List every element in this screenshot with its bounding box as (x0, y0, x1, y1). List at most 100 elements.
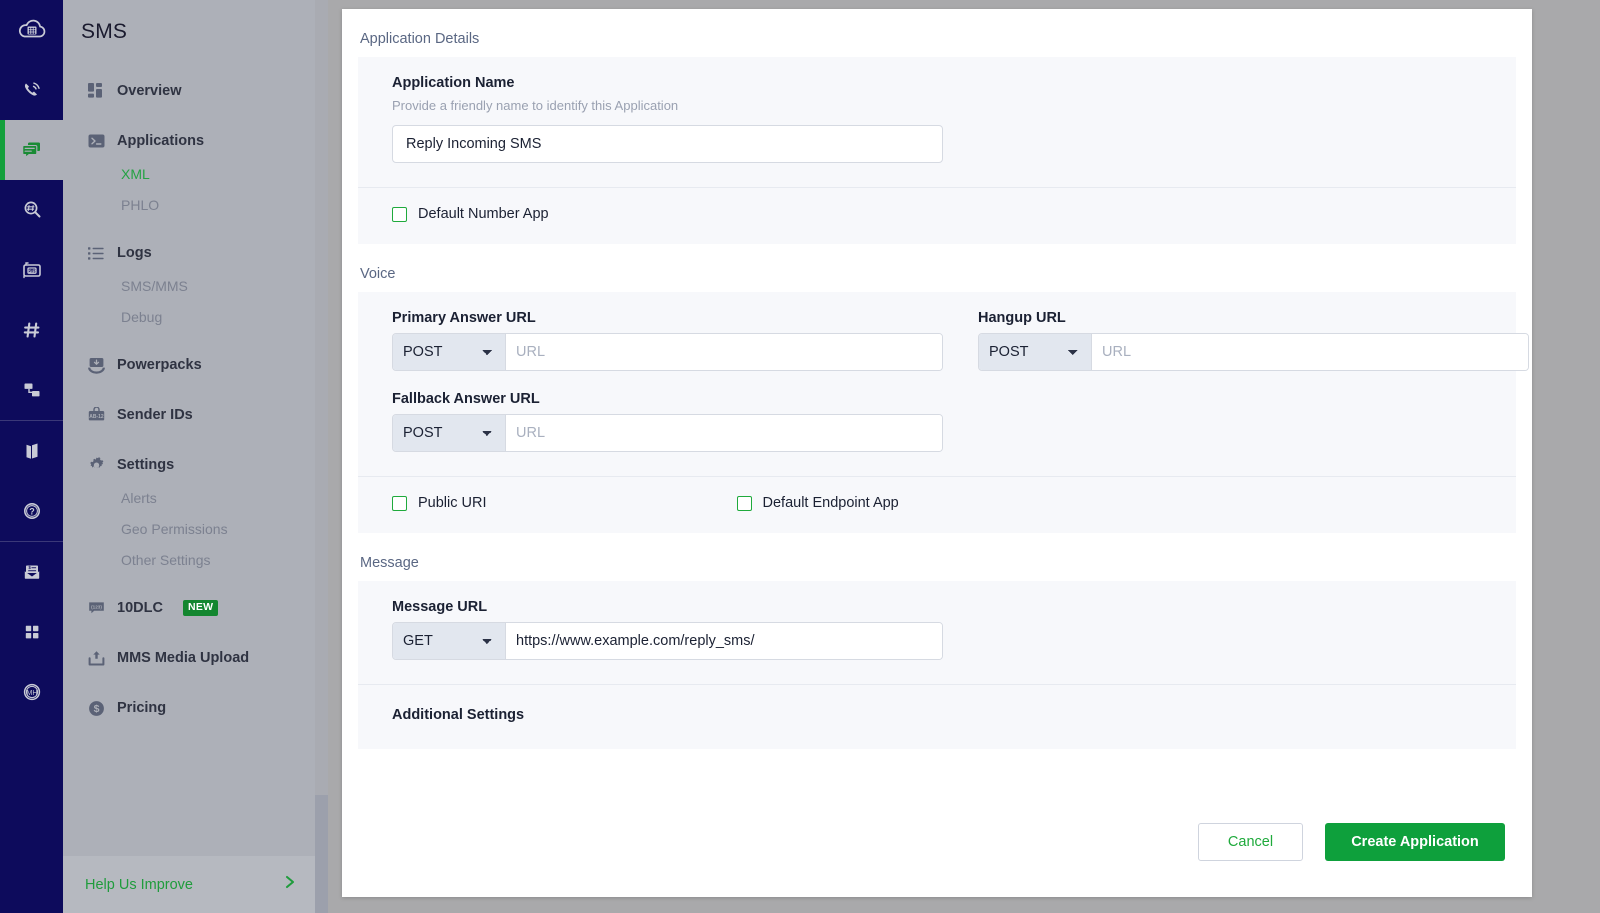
fallback-answer-url-field: Fallback Answer URL POST (392, 391, 943, 452)
sidebar-subitem-label: Debug (121, 309, 162, 325)
sidebar-item-label: Settings (117, 457, 174, 473)
tendlc-icon: (123) (87, 599, 105, 617)
application-name-label: Application Name (392, 75, 1482, 91)
primary-icon-rail: SIP (0, 0, 63, 913)
apps-grid-icon[interactable] (0, 602, 63, 662)
cancel-button[interactable]: Cancel (1198, 823, 1303, 861)
fallback-answer-url-method-select[interactable]: POST (393, 415, 506, 451)
hangup-url-group: POST (978, 333, 1529, 371)
sidebar-item-label: Applications (117, 133, 204, 149)
sidebar-subitem-alerts[interactable]: Alerts (63, 482, 315, 513)
svg-text:(123): (123) (91, 604, 102, 609)
sidebar-item-logs[interactable]: Logs (63, 236, 315, 270)
powerpack-icon (87, 356, 105, 374)
create-application-modal: Application Details Application Name Pro… (342, 9, 1532, 897)
sidebar-item-settings[interactable]: Settings (63, 448, 315, 482)
create-application-button[interactable]: Create Application (1325, 823, 1505, 861)
phone-voice-icon[interactable] (0, 60, 63, 120)
default-number-app-checkbox-group[interactable]: Default Number App (392, 206, 549, 222)
sidebar-subitem-label: Geo Permissions (121, 521, 228, 537)
sidebar-subitem-sms-mms[interactable]: SMS/MMS (63, 270, 315, 301)
hangup-url-label: Hangup URL (978, 310, 1529, 326)
default-number-app-checkbox[interactable] (392, 207, 407, 222)
sidebar-item-label: Overview (117, 83, 182, 99)
hangup-url-method-select[interactable]: POST (979, 334, 1092, 370)
sidebar-item-sender-ids[interactable]: AB-12 Sender IDs (63, 398, 315, 432)
modal-body: Application Details Application Name Pro… (342, 9, 1532, 787)
sidebar-item-pricing[interactable]: $ Pricing (63, 691, 315, 725)
primary-answer-url-input[interactable] (506, 334, 942, 370)
message-url-group: GET (392, 622, 943, 660)
sidebar-item-mms-media-upload[interactable]: MMS Media Upload (63, 641, 315, 675)
message-url-method-select[interactable]: GET (393, 623, 506, 659)
sidebar-nav: Overview Applications XML PHLO (63, 74, 315, 725)
page-scrollbar[interactable] (315, 0, 328, 913)
help-us-improve-button[interactable]: Help Us Improve (63, 856, 315, 913)
voice-checkbox-row: Public URI Default Endpoint App (358, 477, 1516, 533)
sidebar-subitem-geo-permissions[interactable]: Geo Permissions (63, 513, 315, 544)
default-number-app-row: Default Number App (358, 188, 1516, 244)
default-endpoint-app-label: Default Endpoint App (763, 495, 899, 511)
sidebar-title: SMS (63, 0, 315, 44)
svg-text:AB-12: AB-12 (89, 414, 104, 420)
number-lookup-icon[interactable] (0, 180, 63, 240)
hash-number-icon[interactable] (0, 300, 63, 360)
list-icon (87, 244, 105, 262)
sidebar-subitem-label: XML (121, 166, 150, 182)
primary-answer-url-method-select[interactable]: POST (393, 334, 506, 370)
gear-icon (87, 456, 105, 474)
voice-columns: Primary Answer URL POST Fallback Answer … (392, 310, 1482, 452)
fallback-answer-url-input[interactable] (506, 415, 942, 451)
hangup-url-input[interactable] (1092, 334, 1528, 370)
panel-message: Message URL GET (358, 581, 1516, 684)
primary-answer-url-group: POST (392, 333, 943, 371)
sidebar-item-applications[interactable]: Applications (63, 124, 315, 158)
public-uri-checkbox[interactable] (392, 496, 407, 511)
voice-right-column: Hangup URL POST (978, 310, 1529, 452)
public-uri-label: Public URI (418, 495, 487, 511)
fallback-answer-url-group: POST (392, 414, 943, 452)
application-name-help: Provide a friendly name to identify this… (392, 98, 1482, 113)
sidebar-item-overview[interactable]: Overview (63, 74, 315, 108)
new-badge: NEW (183, 600, 218, 616)
application-name-input[interactable] (392, 125, 943, 163)
sidebar-subitem-xml[interactable]: XML (63, 158, 315, 189)
help-question-icon[interactable]: ? (0, 481, 63, 541)
sidebar-item-powerpacks[interactable]: Powerpacks (63, 348, 315, 382)
chevron-right-icon (284, 874, 297, 895)
message-url-label: Message URL (392, 599, 1482, 615)
sidebar-subitem-debug[interactable]: Debug (63, 301, 315, 332)
sidebar-subitem-label: PHLO (121, 197, 159, 213)
billing-envelope-icon[interactable]: $ (0, 542, 63, 602)
sip-trunking-icon[interactable]: SIP (0, 240, 63, 300)
sidebar-item-label: Logs (117, 245, 152, 261)
account-avatar-icon[interactable]: MH (0, 662, 63, 722)
panel-additional-settings: Additional Settings (358, 684, 1516, 749)
sidebar-subitem-other-settings[interactable]: Other Settings (63, 544, 315, 575)
voice-left-column: Primary Answer URL POST Fallback Answer … (392, 310, 943, 452)
section-title-message: Message (342, 533, 1532, 581)
docs-book-icon[interactable] (0, 421, 63, 481)
voice-urls-block: Primary Answer URL POST Fallback Answer … (358, 292, 1516, 476)
sms-chat-icon[interactable] (0, 120, 63, 180)
sidebar-item-label: Sender IDs (117, 407, 193, 423)
hangup-url-field: Hangup URL POST (978, 310, 1529, 371)
sidebar-subitem-label: Alerts (121, 490, 157, 506)
sidebar-subitem-phlo[interactable]: PHLO (63, 189, 315, 220)
default-endpoint-app-checkbox-group[interactable]: Default Endpoint App (737, 495, 899, 511)
primary-answer-url-field: Primary Answer URL POST (392, 310, 943, 371)
cloud-keypad-icon[interactable] (0, 0, 63, 60)
section-title-application-details: Application Details (342, 9, 1532, 57)
public-uri-checkbox-group[interactable]: Public URI (392, 495, 487, 511)
sidebar-item-label: 10DLC (117, 600, 163, 616)
sidebar-item-10dlc[interactable]: (123) 10DLC NEW (63, 591, 315, 625)
dollar-icon: $ (87, 699, 105, 717)
terminal-icon (87, 132, 105, 150)
default-endpoint-app-checkbox[interactable] (737, 496, 752, 511)
message-url-input[interactable] (506, 623, 942, 659)
sidebar-item-label: Pricing (117, 700, 166, 716)
flow-network-icon[interactable] (0, 360, 63, 420)
page-scrollbar-thumb[interactable] (315, 0, 328, 795)
panel-voice: Primary Answer URL POST Fallback Answer … (358, 292, 1516, 533)
modal-footer: Cancel Create Application (342, 787, 1532, 897)
